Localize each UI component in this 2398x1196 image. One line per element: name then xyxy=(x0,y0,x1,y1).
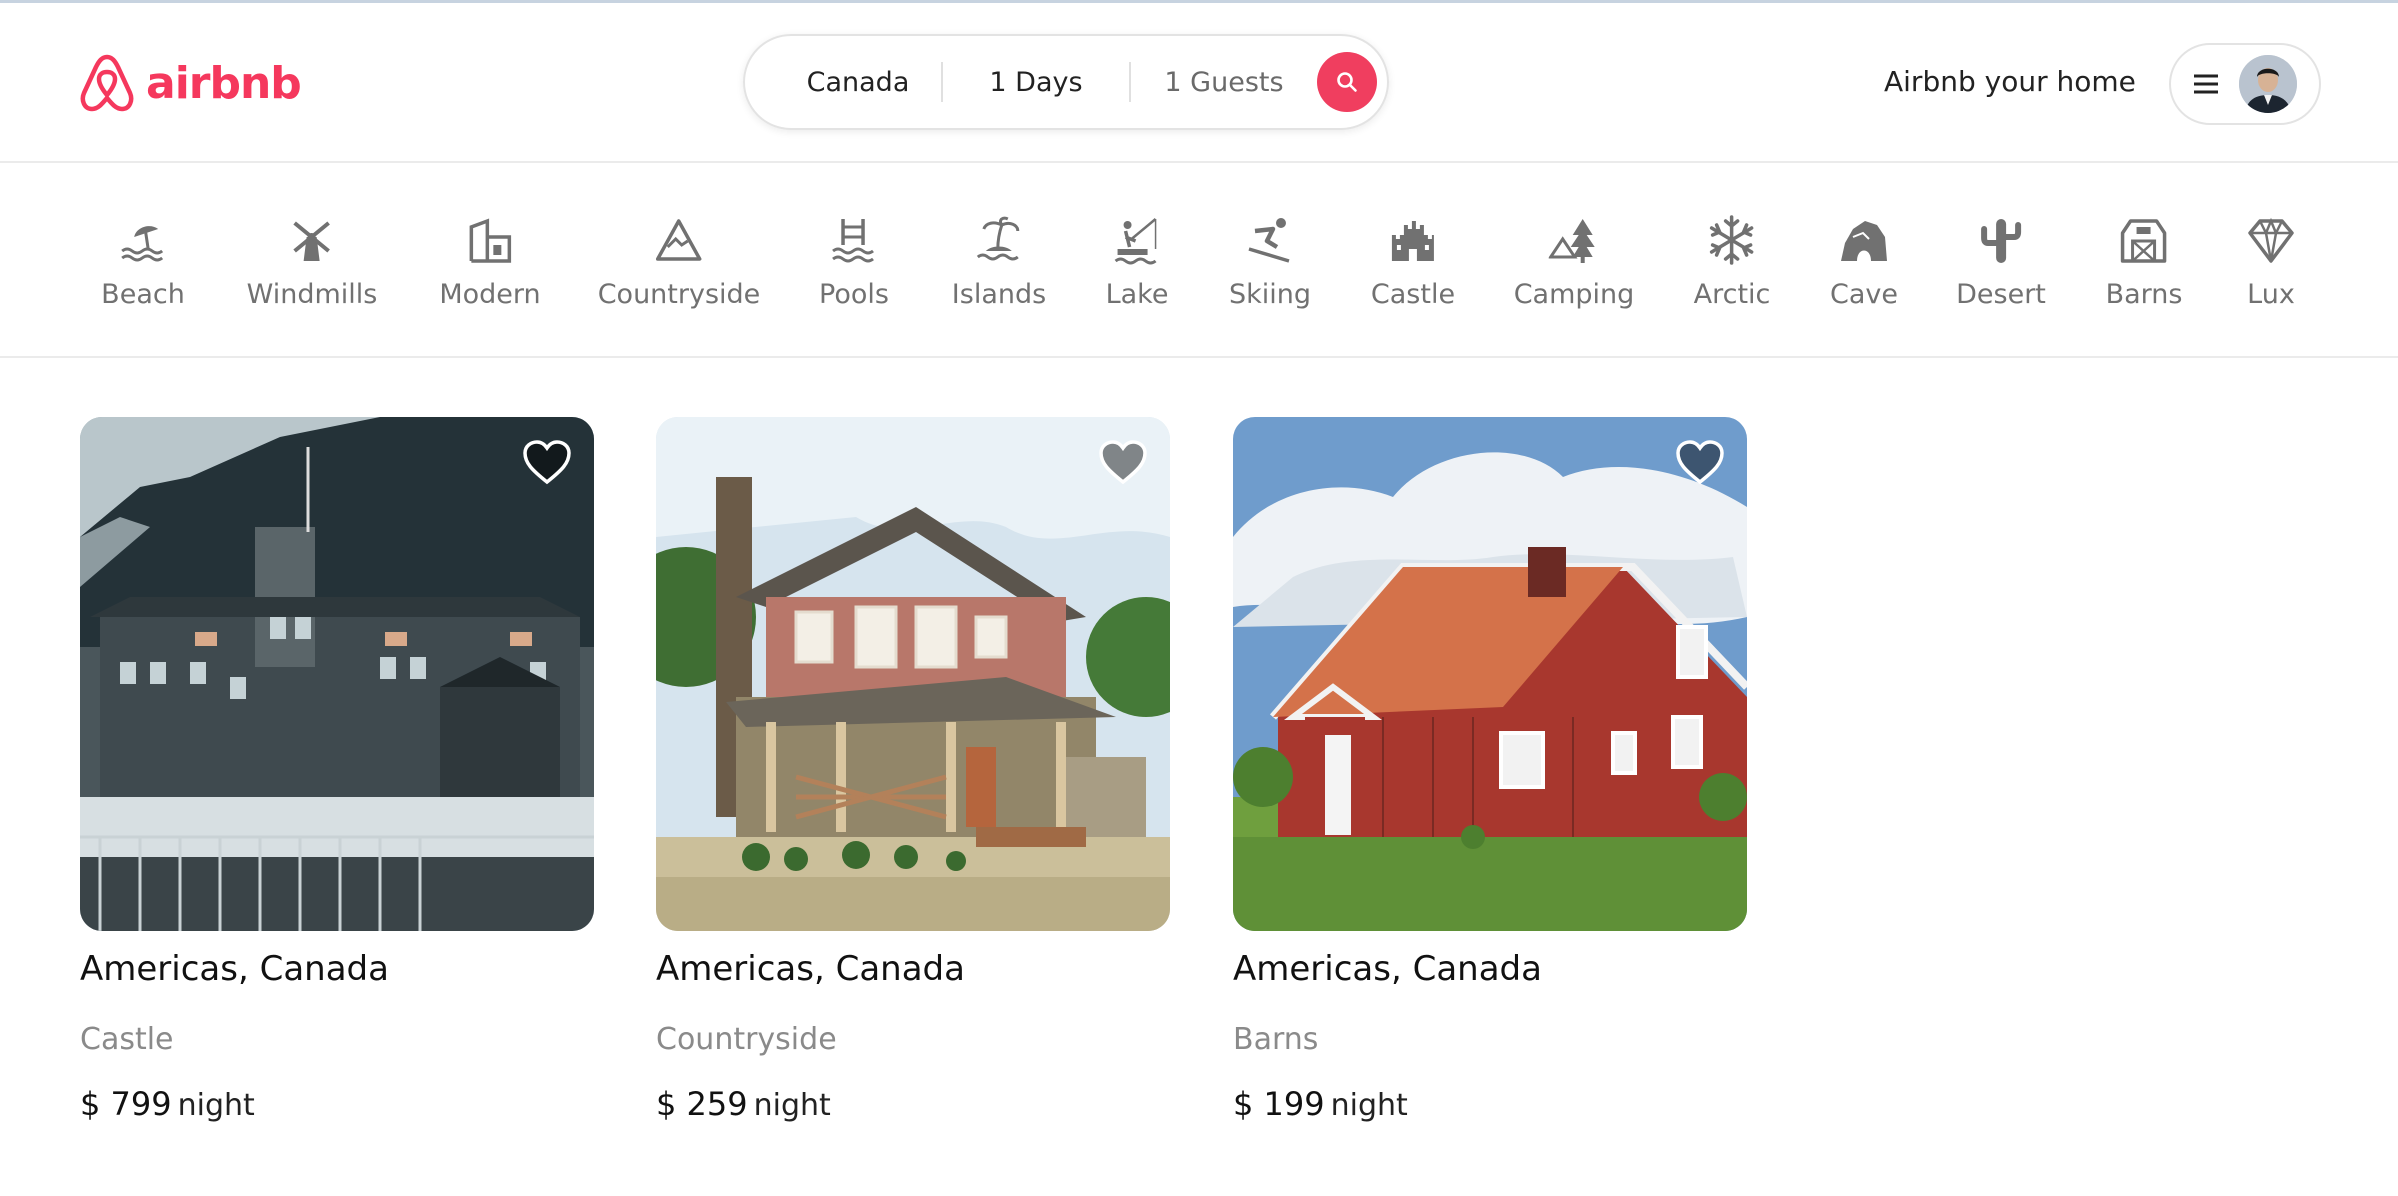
listing-price: $ 259 night xyxy=(656,1085,831,1123)
category-label: Countryside xyxy=(597,279,761,310)
listing-image[interactable] xyxy=(1233,417,1747,931)
category-arctic[interactable]: Arctic xyxy=(1693,215,1771,310)
category-label: Cave xyxy=(1830,279,1898,310)
listing-image[interactable] xyxy=(656,417,1170,931)
category-bar: Beach Windmills Modern Countryside Pools… xyxy=(0,165,2398,358)
pool-icon xyxy=(832,219,874,263)
price-unit: night xyxy=(177,1088,255,1123)
listing-card[interactable]: Americas, Canada Castle $ 799 night xyxy=(80,417,594,1123)
category-castle[interactable]: Castle xyxy=(1371,215,1455,310)
listing-card[interactable]: Americas, Canada Countryside $ 259 night xyxy=(656,417,1170,1123)
listing-location: Americas, Canada xyxy=(80,949,389,989)
beach-icon xyxy=(121,226,163,262)
cactus-icon xyxy=(1981,219,2021,263)
castle-photo xyxy=(80,417,594,931)
category-lux[interactable]: Lux xyxy=(2246,215,2296,310)
lake-icon xyxy=(1115,218,1157,265)
mountain-icon xyxy=(656,219,702,261)
category-label: Modern xyxy=(439,279,541,310)
category-pools[interactable]: Pools xyxy=(819,215,889,310)
listing-category: Castle xyxy=(80,1022,174,1057)
diamond-icon xyxy=(2248,217,2294,263)
search-location[interactable]: Canada xyxy=(745,36,941,128)
price-value: $ 259 xyxy=(656,1085,748,1123)
windmill-icon xyxy=(293,221,331,261)
heart-icon[interactable] xyxy=(1098,439,1148,485)
red-barn-house-photo xyxy=(1233,417,1747,931)
category-label: Lux xyxy=(2247,279,2295,310)
logo-text: airbnb xyxy=(146,57,302,109)
heart-icon[interactable] xyxy=(1675,439,1725,485)
category-desert[interactable]: Desert xyxy=(1956,215,2046,310)
heart-icon[interactable] xyxy=(522,439,572,485)
listing-price: $ 799 night xyxy=(80,1085,255,1123)
category-label: Lake xyxy=(1105,279,1169,310)
airbnb-your-home-link[interactable]: Airbnb your home xyxy=(1884,65,2136,98)
category-label: Skiing xyxy=(1228,279,1312,310)
search-icon xyxy=(1337,72,1357,92)
countryside-house-photo xyxy=(656,417,1170,931)
listing-image[interactable] xyxy=(80,417,594,931)
listing-price: $ 199 night xyxy=(1233,1085,1408,1123)
category-label: Arctic xyxy=(1693,279,1771,310)
price-value: $ 799 xyxy=(80,1085,172,1123)
search-bar[interactable]: Canada 1 Days 1 Guests xyxy=(743,34,1389,130)
category-beach[interactable]: Beach xyxy=(101,215,185,310)
category-label: Islands xyxy=(951,279,1047,310)
category-label: Beach xyxy=(101,279,185,310)
listing-card[interactable]: Americas, Canada Barns $ 199 night xyxy=(1233,417,1747,1123)
listing-location: Americas, Canada xyxy=(1233,949,1542,989)
header: airbnb Canada 1 Days 1 Guests Airbnb you… xyxy=(0,3,2398,163)
category-barns[interactable]: Barns xyxy=(2105,215,2183,310)
camping-icon xyxy=(1549,219,1595,263)
price-unit: night xyxy=(753,1088,831,1123)
category-islands[interactable]: Islands xyxy=(952,215,1046,310)
listing-category: Barns xyxy=(1233,1022,1319,1057)
skiing-icon xyxy=(1248,218,1290,263)
price-value: $ 199 xyxy=(1233,1085,1325,1123)
category-label: Pools xyxy=(819,279,889,310)
category-label: Windmills xyxy=(246,279,378,310)
category-modern[interactable]: Modern xyxy=(439,215,541,310)
modern-house-icon xyxy=(469,218,511,263)
category-windmills[interactable]: Windmills xyxy=(246,215,378,310)
category-skiing[interactable]: Skiing xyxy=(1229,215,1311,310)
search-days[interactable]: 1 Days xyxy=(943,36,1129,128)
search-guests[interactable]: 1 Guests xyxy=(1131,36,1313,128)
hamburger-icon xyxy=(2194,74,2218,94)
category-label: Castle xyxy=(1370,279,1456,310)
category-label: Barns xyxy=(2105,279,2183,310)
category-lake[interactable]: Lake xyxy=(1105,215,1169,310)
listing-location: Americas, Canada xyxy=(656,949,965,989)
category-label: Desert xyxy=(1956,279,2046,310)
airbnb-logo-icon xyxy=(80,54,134,112)
snowflake-icon xyxy=(1710,215,1754,265)
logo[interactable]: airbnb xyxy=(78,51,302,115)
cave-icon xyxy=(1841,221,1887,261)
listing-category: Countryside xyxy=(656,1022,837,1057)
category-camping[interactable]: Camping xyxy=(1513,215,1635,310)
avatar xyxy=(2239,55,2297,113)
barn-icon xyxy=(2121,219,2167,263)
search-button[interactable] xyxy=(1317,52,1377,112)
castle-icon xyxy=(1391,221,1434,261)
category-cave[interactable]: Cave xyxy=(1830,215,1898,310)
category-label: Camping xyxy=(1513,279,1635,310)
price-unit: night xyxy=(1330,1088,1408,1123)
island-icon xyxy=(977,216,1020,261)
category-countryside[interactable]: Countryside xyxy=(597,215,761,310)
user-menu-button[interactable] xyxy=(2169,43,2321,125)
